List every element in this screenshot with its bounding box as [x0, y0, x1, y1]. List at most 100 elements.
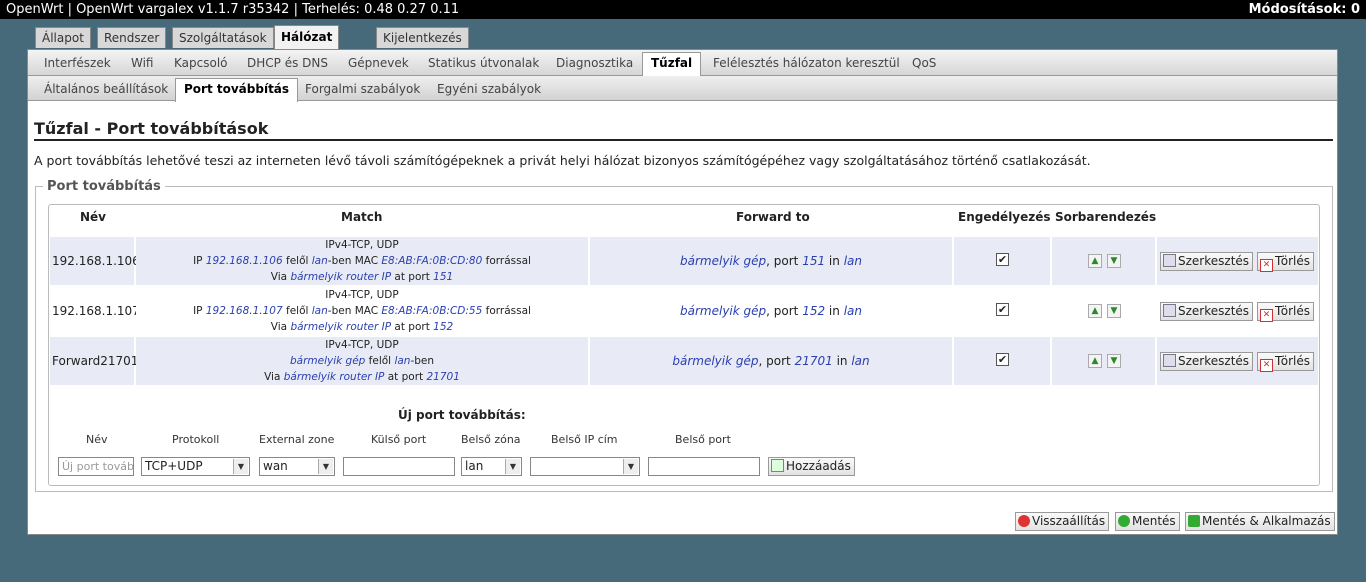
rule-name: 192.168.1.107	[52, 304, 140, 318]
edit-button[interactable]: Szerkesztés	[1160, 252, 1254, 271]
tab-logout[interactable]: Kijelentkezés	[376, 27, 469, 48]
match-source: IP 192.168.1.106 felől lan-ben MAC E8:AB…	[193, 255, 531, 267]
host-title: OpenWrt | OpenWrt vargalex v1.1.7 r35342…	[6, 2, 460, 17]
delete-icon: ✕	[1260, 359, 1273, 372]
subtab-hostnames[interactable]: Gépnevek	[348, 56, 409, 70]
enabled-checkbox[interactable]: ✔	[996, 303, 1009, 316]
edit-button[interactable]: Szerkesztés	[1160, 352, 1254, 371]
delete-icon: ✕	[1260, 259, 1273, 272]
match-source: bármelyik gép felől lan-ben	[289, 355, 435, 367]
match-cell: IPv4-TCP, UDP bármelyik gép felől lan-be…	[136, 337, 588, 385]
delete-button[interactable]: ✕ Törlés	[1257, 352, 1315, 372]
label-internal-zone: Belső zóna	[461, 433, 521, 446]
forward-cell: bármelyik gép, port 21701 in lan	[590, 337, 952, 385]
rule-name: 192.168.1.106	[52, 254, 140, 268]
add-icon	[771, 459, 784, 472]
label-external-port: Külső port	[371, 433, 427, 446]
delete-button[interactable]: ✕ Törlés	[1257, 302, 1315, 322]
top-bar: OpenWrt | OpenWrt vargalex v1.1.7 r35342…	[0, 0, 1366, 19]
match-protocol: IPv4-TCP, UDP	[325, 239, 399, 251]
tab-system[interactable]: Rendszer	[97, 27, 167, 48]
firewall-subtabs: Általános beállítások Port továbbítás Fo…	[28, 76, 1337, 102]
reset-button[interactable]: Visszaállítás	[1015, 512, 1110, 531]
subtab-wol[interactable]: Felélesztés hálózaton keresztül	[713, 56, 900, 70]
match-via: Via bármelyik router IP at port 151	[270, 271, 454, 283]
label-internal-ip: Belső IP cím	[551, 433, 618, 446]
subtab-wifi[interactable]: Wifi	[131, 56, 154, 70]
delete-button[interactable]: ✕ Törlés	[1257, 252, 1315, 272]
table-row: 192.168.1.106 IPv4-TCP, UDP IP 192.168.1…	[50, 237, 1318, 285]
chevron-down-icon: ▼	[505, 459, 520, 474]
subtab-traffic-rules[interactable]: Forgalmi szabályok	[305, 82, 420, 96]
network-subtabs: Interfészek Wifi Kapcsoló DHCP és DNS Gé…	[28, 50, 1337, 76]
label-protocol: Protokoll	[172, 433, 220, 446]
internal-zone-select[interactable]: lan ▼	[461, 457, 522, 476]
subtab-general[interactable]: Általános beállítások	[44, 82, 168, 96]
move-up-icon[interactable]: ▲	[1088, 254, 1102, 268]
match-via: Via bármelyik router IP at port 152	[270, 321, 454, 333]
new-forward-title: Új port továbbítás:	[398, 408, 526, 422]
table-row: 192.168.1.107 IPv4-TCP, UDP IP 192.168.1…	[50, 287, 1318, 335]
external-zone-select[interactable]: wan ▼	[259, 457, 335, 476]
col-header-enabled: Engedélyezés	[958, 210, 1051, 224]
subtab-diagnostics[interactable]: Diagnosztika	[556, 56, 633, 70]
add-button[interactable]: Hozzáadás	[768, 457, 855, 476]
content-panel: Interfészek Wifi Kapcsoló DHCP és DNS Gé…	[27, 49, 1338, 535]
delete-icon: ✕	[1260, 309, 1273, 322]
internal-ip-select[interactable]: ▼	[530, 457, 640, 476]
page-title: Tűzfal - Port továbbítások	[34, 119, 269, 138]
tab-status[interactable]: Állapot	[35, 27, 91, 48]
save-button[interactable]: Mentés	[1115, 512, 1180, 531]
match-protocol: IPv4-TCP, UDP	[325, 339, 399, 351]
subtab-switch[interactable]: Kapcsoló	[174, 56, 228, 70]
edit-button[interactable]: Szerkesztés	[1160, 302, 1254, 321]
tab-services[interactable]: Szolgáltatások	[172, 27, 274, 48]
col-header-forward: Forward to	[736, 210, 810, 224]
forward-cell: bármelyik gép, port 152 in lan	[590, 287, 952, 335]
match-via: Via bármelyik router IP at port 21701	[264, 371, 460, 383]
internal-port-input[interactable]	[648, 457, 760, 476]
move-down-icon[interactable]: ▼	[1107, 254, 1121, 268]
edit-icon	[1163, 354, 1176, 367]
save-icon	[1118, 515, 1130, 527]
edit-icon	[1163, 304, 1176, 317]
save-apply-button[interactable]: Mentés & Alkalmazás	[1185, 512, 1335, 531]
table-row: Forward21701 IPv4-TCP, UDP bármelyik gép…	[50, 337, 1318, 385]
new-name-input[interactable]: Új port továbbítás	[58, 457, 134, 476]
move-up-icon[interactable]: ▲	[1088, 354, 1102, 368]
chevron-down-icon: ▼	[233, 459, 248, 474]
apply-icon	[1188, 515, 1200, 527]
tab-network[interactable]: Hálózat	[274, 25, 340, 49]
chevron-down-icon: ▼	[623, 459, 638, 474]
match-cell: IPv4-TCP, UDP IP 192.168.1.107 felől lan…	[136, 287, 588, 335]
reset-icon	[1018, 515, 1030, 527]
col-header-match: Match	[341, 210, 383, 224]
title-divider	[34, 139, 1333, 141]
subtab-port-forward[interactable]: Port továbbítás	[175, 78, 299, 102]
forward-cell: bármelyik gép, port 151 in lan	[590, 237, 952, 285]
subtab-custom-rules[interactable]: Egyéni szabályok	[437, 82, 541, 96]
label-name: Név	[86, 433, 108, 446]
label-internal-port: Belső port	[675, 433, 731, 446]
col-header-sort: Sorbarendezés	[1055, 210, 1157, 224]
subtab-qos[interactable]: QoS	[912, 56, 936, 70]
protocol-select[interactable]: TCP+UDP ▼	[141, 457, 250, 476]
rule-name: Forward21701	[52, 354, 139, 368]
enabled-checkbox[interactable]: ✔	[996, 353, 1009, 366]
page-description: A port továbbítás lehetővé teszi az inte…	[34, 153, 1091, 168]
subtab-interfaces[interactable]: Interfészek	[44, 56, 111, 70]
move-down-icon[interactable]: ▼	[1107, 304, 1121, 318]
fieldset-legend: Port továbbítás	[43, 179, 165, 194]
external-port-input[interactable]	[343, 457, 455, 476]
edit-icon	[1163, 254, 1176, 267]
label-external-zone: External zone	[259, 433, 335, 446]
subtab-firewall[interactable]: Tűzfal	[642, 52, 702, 76]
subtab-static-routes[interactable]: Statikus útvonalak	[428, 56, 539, 70]
enabled-checkbox[interactable]: ✔	[996, 253, 1009, 266]
move-down-icon[interactable]: ▼	[1107, 354, 1121, 368]
match-protocol: IPv4-TCP, UDP	[325, 289, 399, 301]
changes-counter[interactable]: Módosítások: 0	[1249, 0, 1360, 19]
subtab-dhcp-dns[interactable]: DHCP és DNS	[247, 56, 328, 70]
move-up-icon[interactable]: ▲	[1088, 304, 1102, 318]
match-cell: IPv4-TCP, UDP IP 192.168.1.106 felől lan…	[136, 237, 588, 285]
